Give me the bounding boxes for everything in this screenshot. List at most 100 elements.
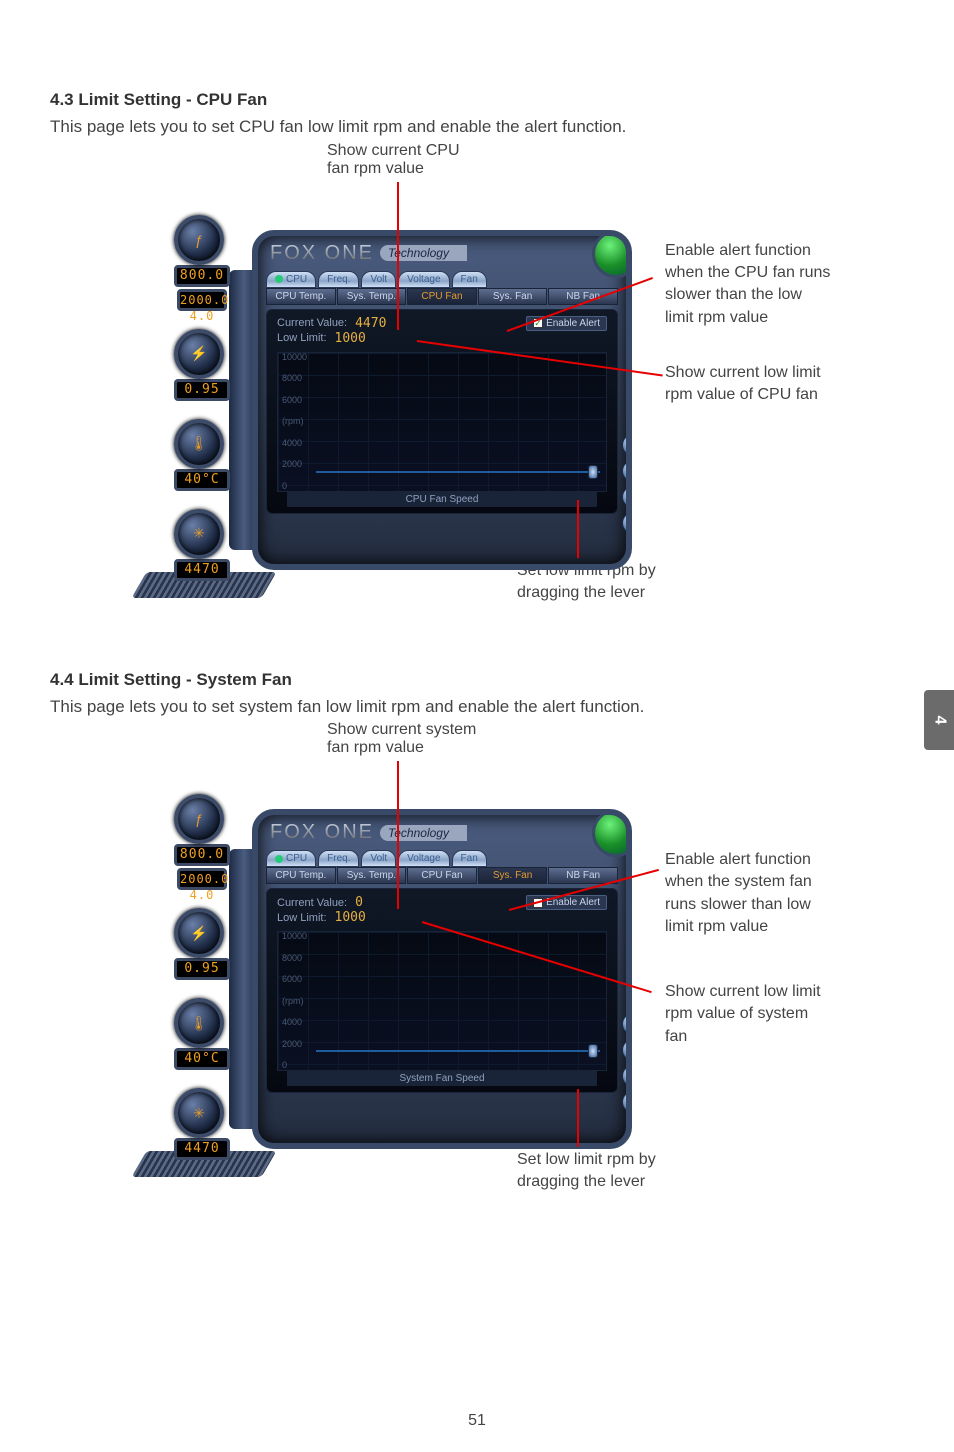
tab-label: Fan — [461, 274, 478, 285]
side-slider[interactable] — [628, 306, 632, 426]
current-value: 0 — [355, 895, 363, 910]
section-heading: 4.4 Limit Setting - System Fan — [50, 670, 904, 690]
limit-slider-handle[interactable] — [588, 1044, 598, 1058]
caption-text: runs slower than low — [665, 894, 812, 916]
fan-gauge-icon: ✳ — [174, 509, 224, 559]
caption-text: fan — [665, 1026, 821, 1048]
tick: 6000 — [282, 396, 312, 405]
caption-text: rpm value of CPU fan — [665, 384, 821, 406]
tab-volt[interactable]: Volt — [361, 271, 396, 288]
lcd-freq2: 2000.0 4.0 — [177, 289, 227, 311]
volt-gauge-icon: ⚡ — [174, 329, 224, 379]
help-icon[interactable]: ? — [622, 512, 632, 534]
limit-slider-track — [316, 1050, 600, 1052]
lowlimit-label: Low Limit: — [277, 332, 327, 344]
settings-icon[interactable]: ⟳ — [622, 1065, 632, 1087]
tab-freq[interactable]: Freq. — [318, 850, 359, 867]
caption-text: when the CPU fan runs — [665, 262, 830, 284]
help-icon[interactable]: ? — [622, 1091, 632, 1113]
tab-fan[interactable]: Fan — [452, 850, 487, 867]
tab-cpu[interactable]: CPU — [266, 271, 316, 288]
unit-label: (rpm) — [282, 417, 312, 426]
main-panel: FOX ONE Technology CPU Freq. Volt Voltag… — [252, 809, 632, 1149]
tick: 10000 — [282, 353, 312, 362]
tab-label: Fan — [461, 853, 478, 864]
page-number: 51 — [468, 1412, 486, 1430]
minimize-icon[interactable]: – — [622, 460, 632, 482]
limit-slider-handle[interactable] — [588, 465, 598, 479]
tab-label: Voltage — [407, 274, 440, 285]
chart-y-scale: 10000 8000 6000 (rpm) 4000 2000 0 — [282, 353, 312, 491]
temp-gauge-icon: 🌡 — [174, 419, 224, 469]
lcd-freq: 800.0 — [174, 265, 230, 287]
figure-cpu-fan: Show current CPU fan rpm value Enable al… — [77, 170, 877, 630]
enable-alert-label: Enable Alert — [546, 318, 600, 329]
figure-sys-fan: Show current system fan rpm value Enable… — [77, 749, 877, 1229]
lcd-fan: 4470 — [174, 1138, 230, 1160]
subtab-systemp[interactable]: Sys. Temp. — [337, 867, 407, 884]
tick: 4000 — [282, 439, 312, 448]
caption-text: when the system fan — [665, 871, 812, 893]
lowlimit-value: 1000 — [335, 331, 366, 346]
caption-text: limit rpm value — [665, 307, 830, 329]
caption-text: fan rpm value — [327, 739, 476, 757]
volt-gauge-icon: ⚡ — [174, 908, 224, 958]
caption-text: rpm value of system — [665, 1003, 821, 1025]
settings-icon[interactable]: ⟳ — [622, 486, 632, 508]
lowlimit-label: Low Limit: — [277, 912, 327, 924]
caption-text: Show current CPU — [327, 142, 460, 160]
tab-freq[interactable]: Freq. — [318, 271, 359, 288]
tab-voltage[interactable]: Voltage — [398, 271, 449, 288]
lowlimit-value: 1000 — [335, 910, 366, 925]
current-value: 4470 — [355, 316, 386, 331]
subtab-systemp[interactable]: Sys. Temp. — [337, 288, 407, 305]
chapter-number: 4 — [930, 716, 948, 725]
tab-voltage[interactable]: Voltage — [398, 850, 449, 867]
side-gauge-stack: ƒ 800.0 2000.0 4.0 ⚡ 0.95 🌡 40°C ✳ 4470 — [167, 794, 237, 1160]
minimize-icon[interactable]: – — [622, 1039, 632, 1061]
primary-tab-row: CPU Freq. Volt Voltage Fan — [258, 267, 626, 288]
tab-label: Freq. — [327, 853, 350, 864]
lcd-freq: 800.0 — [174, 844, 230, 866]
temp-gauge-icon: 🌡 — [174, 998, 224, 1048]
caption-text: Show current system — [327, 721, 476, 739]
tick: 8000 — [282, 954, 312, 963]
fan-gauge-icon: ✳ — [174, 1088, 224, 1138]
sub-tab-row: CPU Temp. Sys. Temp. CPU Fan Sys. Fan NB… — [258, 288, 626, 305]
brand-logo: FOX ONE — [270, 821, 374, 844]
globe-icon — [592, 230, 632, 278]
tab-fan[interactable]: Fan — [452, 271, 487, 288]
subtab-cpufan[interactable]: CPU Fan — [407, 867, 477, 884]
tab-label: Voltage — [407, 853, 440, 864]
close-icon[interactable]: ✕ — [622, 434, 632, 456]
section-description: This page lets you to set system fan low… — [50, 694, 904, 720]
limit-slider-track — [316, 471, 600, 473]
tab-cpu[interactable]: CPU — [266, 850, 316, 867]
lcd-freq2: 2000.0 4.0 — [177, 868, 227, 890]
caption-text: limit rpm value — [665, 916, 812, 938]
caption-text: Enable alert function — [665, 240, 830, 262]
brand-sub: Technology — [380, 825, 467, 841]
subtab-cputemp[interactable]: CPU Temp. — [266, 867, 336, 884]
subtab-cpufan[interactable]: CPU Fan — [407, 288, 477, 305]
subtab-sysfan[interactable]: Sys. Fan — [478, 867, 548, 884]
chart-panel: Current Value: 0 Enable Alert Low Limit:… — [266, 888, 618, 1093]
chart-panel: Current Value: 4470 ✓ Enable Alert Low L… — [266, 309, 618, 514]
tick: 8000 — [282, 374, 312, 383]
caption-text: Show current low limit — [665, 362, 821, 384]
lcd-temp: 40°C — [174, 469, 230, 491]
close-icon[interactable]: ✕ — [622, 1013, 632, 1035]
sub-tab-row: CPU Temp. Sys. Temp. CPU Fan Sys. Fan NB… — [258, 867, 626, 884]
fan-speed-chart: 10000 8000 6000 (rpm) 4000 2000 0 — [277, 931, 607, 1071]
current-value-label: Current Value: — [277, 897, 347, 909]
subtab-cputemp[interactable]: CPU Temp. — [266, 288, 336, 305]
freq-gauge-icon: ƒ — [174, 215, 224, 265]
lcd-volt: 0.95 — [174, 379, 230, 401]
brand-logo: FOX ONE — [270, 242, 374, 265]
subtab-sysfan[interactable]: Sys. Fan — [478, 288, 548, 305]
section-description: This page lets you to set CPU fan low li… — [50, 114, 904, 140]
tab-volt[interactable]: Volt — [361, 850, 396, 867]
lcd-fan: 4470 — [174, 559, 230, 581]
caption-text: Show current low limit — [665, 981, 821, 1003]
chart-title: CPU Fan Speed — [287, 492, 597, 507]
